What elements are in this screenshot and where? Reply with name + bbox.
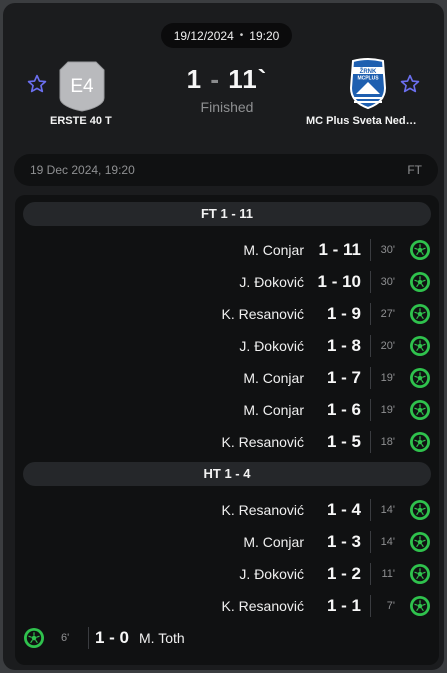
score-dash: - <box>202 64 229 94</box>
event-divider <box>88 627 89 649</box>
soccer-ball-icon <box>409 531 431 553</box>
event-minute: 30' <box>380 244 395 256</box>
event-player: J. Đoković <box>239 566 304 582</box>
event-score: 1 - 8 <box>326 336 361 355</box>
home-team-crest[interactable]: E4 <box>58 60 106 112</box>
event-minute: 19' <box>380 372 395 384</box>
event-divider <box>370 499 371 521</box>
event-score: 1 - 2 <box>326 564 361 583</box>
away-team-crest[interactable]: ŽRNK MCPLUS <box>345 58 391 110</box>
soccer-ball-icon <box>409 335 431 357</box>
event-divider <box>370 595 371 617</box>
event-minute: 19' <box>380 404 395 416</box>
event-minute: 11' <box>381 568 395 580</box>
soccer-ball-icon <box>409 271 431 293</box>
soccer-ball-icon <box>23 627 45 649</box>
goal-event-row[interactable]: J. Đoković 1 - 10 30' <box>15 266 439 298</box>
goal-event-row[interactable]: J. Đoković 1 - 2 11' <box>15 558 439 590</box>
event-score: 1 - 3 <box>326 532 361 551</box>
event-minute: 14' <box>380 536 395 548</box>
goal-event-row[interactable]: M. Conjar 1 - 6 19' <box>15 394 439 426</box>
event-divider <box>370 271 371 293</box>
away-score: 11 <box>228 64 258 94</box>
away-crest-top-text: ŽRNK <box>360 67 377 75</box>
favorite-away-star-icon[interactable] <box>399 73 421 95</box>
match-panel: 19/12/2024 • 19:20 E4 ERSTE 40 T 1 - 11`… <box>3 3 444 670</box>
event-score: 1 - 4 <box>326 500 361 519</box>
event-score: 1 - 7 <box>326 368 361 387</box>
event-score: 1 - 0 <box>95 628 130 647</box>
soccer-ball-icon <box>409 431 431 453</box>
match-date-pill: 19/12/2024 • 19:20 <box>161 23 292 48</box>
match-time: 19:20 <box>249 28 280 43</box>
event-minute: 7' <box>386 600 395 612</box>
match-info-bar: 19 Dec 2024, 19:20 FT <box>14 154 438 186</box>
goal-event-row[interactable]: K. Resanović 1 - 9 27' <box>15 298 439 330</box>
event-divider <box>370 399 371 421</box>
goal-event-row[interactable]: K. Resanović 1 - 4 14' <box>15 494 439 526</box>
event-divider <box>370 431 371 453</box>
event-player: M. Conjar <box>243 402 304 418</box>
soccer-ball-icon <box>409 239 431 261</box>
goal-event-row[interactable]: K. Resanović 1 - 1 7' <box>15 590 439 622</box>
event-player: K. Resanović <box>221 434 304 450</box>
event-player: M. Conjar <box>243 242 304 258</box>
away-team-name[interactable]: MC Plus Sveta Ned… <box>306 115 417 127</box>
event-player: K. Resanović <box>221 598 304 614</box>
event-score: 1 - 10 <box>317 272 361 291</box>
match-period: FT <box>407 163 422 177</box>
soccer-ball-icon <box>409 399 431 421</box>
section-header: HT 1 - 4 <box>23 462 431 486</box>
event-player: M. Conjar <box>243 370 304 386</box>
goal-event-row[interactable]: M. Conjar 1 - 11 30' <box>15 234 439 266</box>
event-divider <box>370 531 371 553</box>
match-datetime: 19 Dec 2024, 19:20 <box>30 163 135 177</box>
soccer-ball-icon <box>409 303 431 325</box>
event-player: M. Toth <box>139 630 185 646</box>
event-minute: 27' <box>380 308 395 320</box>
event-player: K. Resanović <box>221 306 304 322</box>
event-divider <box>370 239 371 261</box>
home-score: 1 <box>186 64 203 94</box>
event-score: 1 - 5 <box>326 432 361 451</box>
event-player: J. Đoković <box>239 274 304 290</box>
soccer-ball-icon <box>409 595 431 617</box>
soccer-ball-icon <box>409 563 431 585</box>
soccer-ball-icon <box>409 499 431 521</box>
goal-event-row[interactable]: J. Đoković 1 - 8 20' <box>15 330 439 362</box>
soccer-ball-icon <box>409 367 431 389</box>
event-player: K. Resanović <box>221 502 304 518</box>
event-score: 1 - 6 <box>326 400 361 419</box>
event-score: 1 - 11 <box>318 240 361 259</box>
goal-event-row[interactable]: M. Toth 1 - 0 6' <box>15 622 439 654</box>
away-crest-band-text: MCPLUS <box>357 76 379 82</box>
favorite-home-star-icon[interactable] <box>26 73 48 95</box>
home-team-name[interactable]: ERSTE 40 T <box>50 115 112 127</box>
goal-event-row[interactable]: K. Resanović 1 - 5 18' <box>15 426 439 458</box>
event-score: 1 - 1 <box>326 596 361 615</box>
score-mark: ` <box>257 64 268 94</box>
event-minute: 14' <box>380 504 395 516</box>
event-score: 1 - 9 <box>326 304 361 323</box>
event-divider <box>370 563 371 585</box>
goal-event-row[interactable]: M. Conjar 1 - 3 14' <box>15 526 439 558</box>
separator-dot: • <box>239 30 244 41</box>
home-crest-text: E4 <box>70 76 94 97</box>
event-player: J. Đoković <box>239 338 304 354</box>
event-minute: 20' <box>380 340 395 352</box>
events-list: FT 1 - 11 M. Conjar 1 - 11 30' J. Đoković 1 -… <box>15 195 439 665</box>
goal-event-row[interactable]: M. Conjar 1 - 7 19' <box>15 362 439 394</box>
match-status: Finished <box>200 99 254 115</box>
section-header: FT 1 - 11 <box>23 202 431 226</box>
event-minute: 30' <box>380 276 395 288</box>
match-date: 19/12/2024 <box>173 28 234 43</box>
event-divider <box>370 335 371 357</box>
event-divider <box>370 367 371 389</box>
event-player: M. Conjar <box>243 534 304 550</box>
event-divider <box>370 303 371 325</box>
match-score: 1 - 11` <box>173 64 281 95</box>
event-minute: 18' <box>380 436 395 448</box>
event-minute: 6' <box>61 632 70 644</box>
